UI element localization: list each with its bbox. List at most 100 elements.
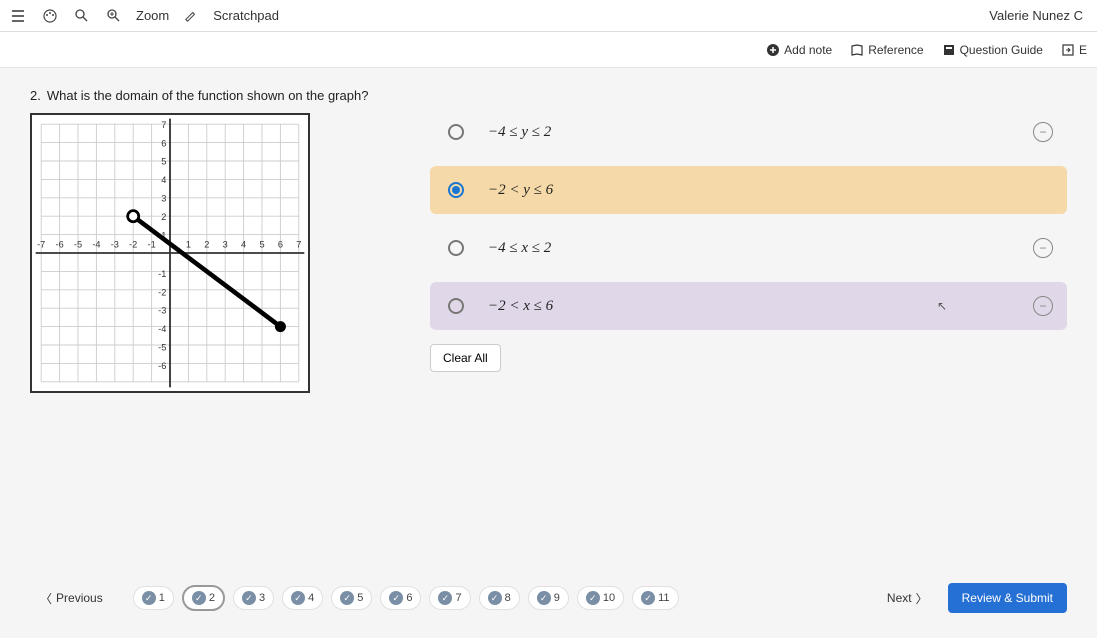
chevron-right-icon: 〉 <box>916 590 928 607</box>
question-column: 2. What is the domain of the function sho… <box>30 88 390 393</box>
eliminate-icon[interactable]: − <box>1033 238 1053 258</box>
palette-icon[interactable] <box>40 6 60 26</box>
answer-option-a[interactable]: −4 ≤ y ≤ 2 − <box>430 108 1067 156</box>
svg-text:-1: -1 <box>158 269 166 279</box>
reference-button[interactable]: Reference <box>850 43 923 57</box>
check-icon: ✓ <box>291 591 305 605</box>
svg-text:-7: -7 <box>37 239 45 249</box>
book-icon <box>850 43 864 57</box>
svg-text:-4: -4 <box>92 239 100 249</box>
qnav-item-3[interactable]: ✓3 <box>233 586 274 610</box>
expand-button[interactable]: E <box>1061 43 1087 57</box>
check-icon: ✓ <box>438 591 452 605</box>
svg-text:1: 1 <box>186 239 191 249</box>
add-note-button[interactable]: Add note <box>766 43 832 57</box>
question-guide-label: Question Guide <box>960 43 1043 57</box>
expand-icon <box>1061 43 1075 57</box>
qnav-item-4[interactable]: ✓4 <box>282 586 323 610</box>
svg-text:7: 7 <box>296 239 301 249</box>
menu-icon[interactable] <box>8 6 28 26</box>
eliminate-icon[interactable]: − <box>1033 122 1053 142</box>
check-icon: ✓ <box>537 591 551 605</box>
svg-text:-6: -6 <box>158 361 166 371</box>
radio-icon <box>448 182 464 198</box>
svg-text:5: 5 <box>161 157 166 167</box>
guide-icon <box>942 43 956 57</box>
zoom-label[interactable]: Zoom <box>136 8 169 23</box>
eliminate-icon[interactable]: − <box>1033 296 1053 316</box>
radio-icon <box>448 298 464 314</box>
svg-text:2: 2 <box>161 212 166 222</box>
qnav-item-1[interactable]: ✓1 <box>133 586 174 610</box>
zoom-out-icon[interactable] <box>72 6 92 26</box>
answers-column: −4 ≤ y ≤ 2 − −2 < y ≤ 6 −4 ≤ x ≤ 2 − −2 … <box>430 88 1067 393</box>
answer-option-c[interactable]: −4 ≤ x ≤ 2 − <box>430 224 1067 272</box>
svg-text:-5: -5 <box>74 239 82 249</box>
qnav-item-11[interactable]: ✓11 <box>632 586 678 610</box>
content-area: 2. What is the domain of the function sho… <box>0 68 1097 393</box>
svg-text:4: 4 <box>241 239 246 249</box>
check-icon: ✓ <box>641 591 655 605</box>
next-button[interactable]: Next 〉 <box>877 584 938 613</box>
add-note-label: Add note <box>784 43 832 57</box>
check-icon: ✓ <box>192 591 206 605</box>
chevron-left-icon: 〈 <box>40 590 52 607</box>
radio-icon <box>448 124 464 140</box>
answer-option-b[interactable]: −2 < y ≤ 6 <box>430 166 1067 214</box>
scratchpad-label[interactable]: Scratchpad <box>213 8 279 23</box>
closed-endpoint <box>275 321 286 332</box>
expand-label: E <box>1079 43 1087 57</box>
radio-icon <box>448 240 464 256</box>
bottom-nav: 〈 Previous ✓1 ✓2 ✓3 ✓4 ✓5 ✓6 ✓7 ✓8 ✓9 ✓1… <box>0 576 1097 620</box>
answer-text: −4 ≤ y ≤ 2 <box>488 124 551 141</box>
question-prompt: What is the domain of the function shown… <box>47 88 369 103</box>
answer-option-d[interactable]: −2 < x ≤ 6 ↖ − <box>430 282 1067 330</box>
answer-text: −2 < y ≤ 6 <box>488 182 553 199</box>
sub-toolbar: Add note Reference Question Guide E <box>0 32 1097 68</box>
scratchpad-icon[interactable] <box>181 6 201 26</box>
svg-text:-2: -2 <box>129 239 137 249</box>
clear-all-button[interactable]: Clear All <box>430 344 501 372</box>
qnav-item-9[interactable]: ✓9 <box>528 586 569 610</box>
svg-text:7: 7 <box>161 120 166 130</box>
graph: -7-6-5-4-3-2-11234567 1234567 -1-2-3-4-5… <box>30 113 310 393</box>
qnav-item-5[interactable]: ✓5 <box>331 586 372 610</box>
qnav-item-2[interactable]: ✓2 <box>182 585 225 611</box>
qnav-item-6[interactable]: ✓6 <box>380 586 421 610</box>
qnav-item-10[interactable]: ✓10 <box>577 586 624 610</box>
zoom-in-icon[interactable] <box>104 6 124 26</box>
svg-text:-1: -1 <box>148 239 156 249</box>
user-name: Valerie Nunez C <box>989 8 1089 23</box>
plus-circle-icon <box>766 43 780 57</box>
check-icon: ✓ <box>242 591 256 605</box>
question-text: 2. What is the domain of the function sho… <box>30 88 390 103</box>
next-label: Next <box>887 591 912 605</box>
qnav-item-8[interactable]: ✓8 <box>479 586 520 610</box>
graph-svg: -7-6-5-4-3-2-11234567 1234567 -1-2-3-4-5… <box>32 115 308 391</box>
check-icon: ✓ <box>142 591 156 605</box>
review-submit-button[interactable]: Review & Submit <box>948 583 1067 613</box>
answer-text: −2 < x ≤ 6 <box>488 298 553 315</box>
question-guide-button[interactable]: Question Guide <box>942 43 1043 57</box>
top-toolbar: Zoom Scratchpad Valerie Nunez C <box>0 0 1097 32</box>
svg-text:-4: -4 <box>158 324 166 334</box>
svg-text:-5: -5 <box>158 343 166 353</box>
previous-label: Previous <box>56 591 103 605</box>
cursor-icon: ↖ <box>937 299 947 313</box>
svg-text:-3: -3 <box>111 239 119 249</box>
qnav-item-7[interactable]: ✓7 <box>429 586 470 610</box>
check-icon: ✓ <box>389 591 403 605</box>
svg-text:-2: -2 <box>158 287 166 297</box>
question-nav: ✓1 ✓2 ✓3 ✓4 ✓5 ✓6 ✓7 ✓8 ✓9 ✓10 ✓11 <box>133 585 679 611</box>
answer-text: −4 ≤ x ≤ 2 <box>488 240 551 257</box>
open-endpoint <box>128 211 139 222</box>
check-icon: ✓ <box>488 591 502 605</box>
svg-text:4: 4 <box>161 175 166 185</box>
question-number: 2. <box>30 88 41 103</box>
svg-text:5: 5 <box>259 239 264 249</box>
previous-button[interactable]: 〈 Previous <box>30 584 113 613</box>
check-icon: ✓ <box>340 591 354 605</box>
svg-text:6: 6 <box>161 138 166 148</box>
svg-text:2: 2 <box>204 239 209 249</box>
svg-text:6: 6 <box>278 239 283 249</box>
